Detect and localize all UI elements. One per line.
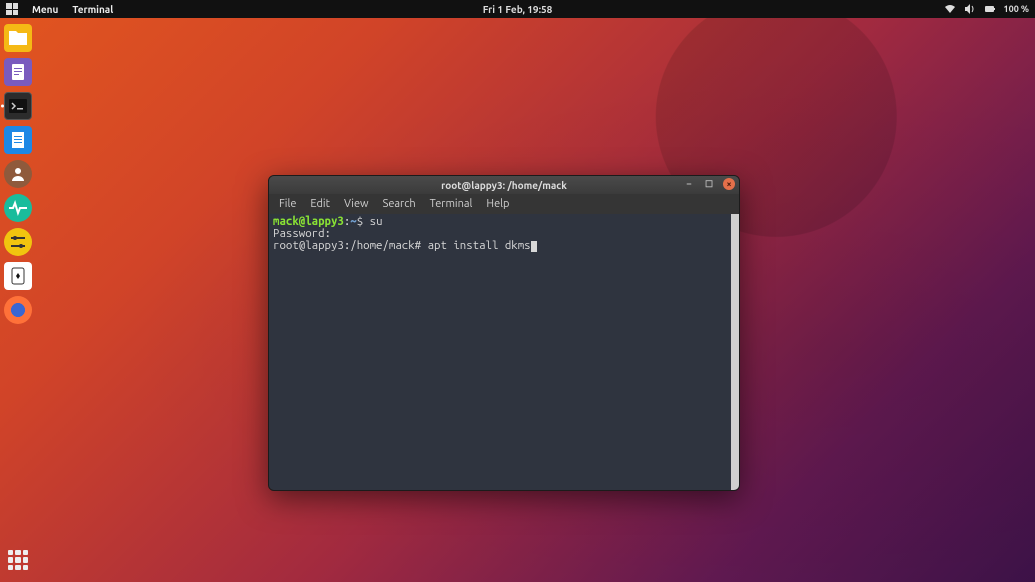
dock-item-files[interactable]: [4, 24, 32, 52]
terminal-window[interactable]: root@lappy3: /home/mack – ☐ × File Edit …: [268, 175, 740, 491]
command-su: su: [370, 215, 383, 228]
card-icon: [6, 264, 30, 288]
password-prompt: Password:: [273, 227, 331, 240]
window-close-button[interactable]: ×: [723, 178, 735, 190]
menu-help[interactable]: Help: [486, 198, 509, 210]
volume-icon[interactable]: [964, 4, 976, 14]
terminal-scrollbar[interactable]: [731, 214, 739, 490]
wifi-icon[interactable]: [944, 4, 956, 14]
dock-item-firefox[interactable]: [4, 296, 32, 324]
firefox-icon: [6, 298, 30, 322]
document-icon: [6, 60, 30, 84]
window-title: root@lappy3: /home/mack: [441, 180, 567, 191]
menu-view[interactable]: View: [344, 198, 369, 210]
dock-item-tweaks[interactable]: [4, 228, 32, 256]
clock[interactable]: Fri 1 Feb, 19:58: [483, 4, 553, 15]
apps-grid-icon[interactable]: [6, 3, 18, 15]
writer-icon: [6, 128, 30, 152]
terminal-body[interactable]: mack@lappy3:~$ su Password: root@lappy3:…: [269, 214, 739, 490]
dock-item-text-editor[interactable]: [4, 58, 32, 86]
terminal-cursor: [531, 241, 537, 252]
dock: [0, 18, 36, 582]
contact-icon: [6, 162, 30, 186]
menu-search[interactable]: Search: [383, 198, 416, 210]
files-icon: [6, 26, 30, 50]
prompt-user: mack@lappy3: [273, 215, 344, 228]
window-minimize-button[interactable]: –: [683, 178, 695, 190]
dock-item-libreoffice[interactable]: [4, 126, 32, 154]
menu-edit[interactable]: Edit: [310, 198, 330, 210]
menu-button[interactable]: Menu: [32, 4, 58, 15]
heartbeat-icon: [6, 196, 30, 220]
dock-item-solitaire[interactable]: [4, 262, 32, 290]
tweaks-icon: [6, 230, 30, 254]
dock-item-terminal[interactable]: [4, 92, 32, 120]
grid-icon: [4, 546, 32, 574]
battery-icon[interactable]: [984, 4, 996, 14]
terminal-menubar: File Edit View Search Terminal Help: [269, 194, 739, 214]
root-prompt: root@lappy3:/home/mack#: [273, 239, 421, 252]
battery-level: 100 %: [1004, 4, 1029, 14]
top-panel: Menu Terminal Fri 1 Feb, 19:58 100 %: [0, 0, 1035, 18]
window-maximize-button[interactable]: ☐: [703, 178, 715, 190]
command-apt: apt install dkms: [428, 239, 531, 252]
terminal-icon: [6, 94, 30, 118]
dock-item-system-monitor[interactable]: [4, 194, 32, 222]
active-app-label[interactable]: Terminal: [72, 4, 113, 15]
menu-terminal[interactable]: Terminal: [430, 198, 473, 210]
show-applications-button[interactable]: [4, 546, 32, 574]
menu-file[interactable]: File: [279, 198, 296, 210]
window-titlebar[interactable]: root@lappy3: /home/mack – ☐ ×: [269, 176, 739, 194]
dock-item-contacts[interactable]: [4, 160, 32, 188]
